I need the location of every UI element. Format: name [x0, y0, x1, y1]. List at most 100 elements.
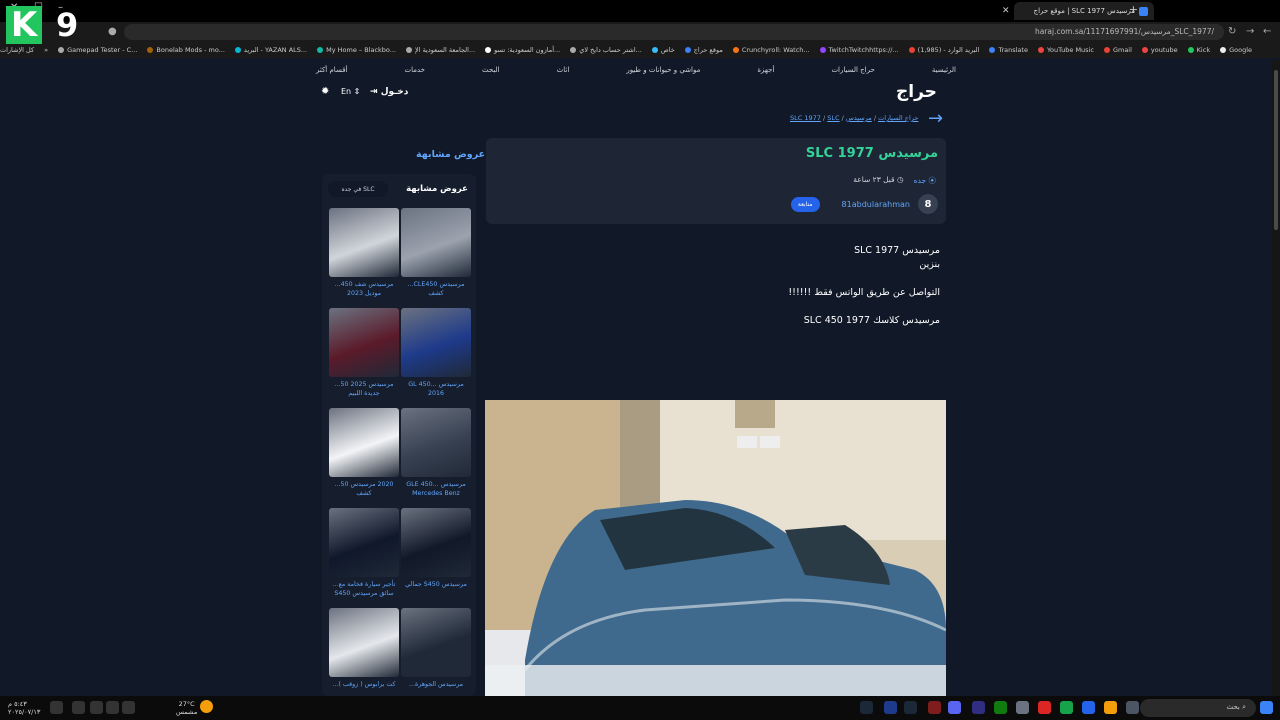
- post-line: التواصل عن طريق الواتس فقط !!!!!!: [788, 287, 940, 298]
- app-icon[interactable]: [884, 701, 897, 714]
- follow-button[interactable]: متابعة: [790, 196, 820, 212]
- bookmark-item[interactable]: أمازون السعودية: تسو...: [485, 46, 560, 54]
- nav-search[interactable]: البحث: [482, 66, 500, 74]
- nav-animals[interactable]: مواشي و حيوانات و طيور: [626, 66, 700, 74]
- similar-item[interactable]: مرسيدس CLE450... كشف: [401, 208, 471, 308]
- similar-item[interactable]: كت برابوس ( زوقب )...: [329, 608, 399, 696]
- windows-start-icon[interactable]: [1260, 701, 1273, 714]
- bookmark-item[interactable]: موقع حراج: [684, 46, 723, 54]
- clock-time: ٥:٤٣ م: [8, 700, 27, 708]
- bookmark-item[interactable]: Gmail: [1103, 46, 1132, 54]
- bookmark-item[interactable]: Kick: [1187, 46, 1210, 54]
- location-filter-button[interactable]: SLC في جده: [328, 181, 388, 197]
- bookmark-item[interactable]: Google: [1220, 46, 1252, 54]
- nav-more[interactable]: أقسام أكثر: [316, 66, 347, 74]
- search-icon: ⌕: [1242, 703, 1246, 711]
- similar-item[interactable]: تأجير سيارة فخامة مع... سائق مرسيدس S450: [329, 508, 399, 608]
- chrome-icon[interactable]: [1060, 701, 1073, 714]
- similar-thumbnail: [401, 508, 471, 577]
- breadcrumb-mercedes[interactable]: مرسيدس: [846, 114, 872, 122]
- url-field[interactable]: haraj.com.sa/11171697991/مرسيدس_SLC_1977…: [124, 24, 1224, 40]
- bookmark-item[interactable]: خاص: [651, 46, 675, 54]
- taskbar-search[interactable]: ⌕ بحث: [1140, 699, 1256, 717]
- author-name[interactable]: 81abdularahman: [842, 200, 910, 209]
- steam-icon[interactable]: [860, 701, 873, 714]
- haraj-logo[interactable]: حراج: [896, 82, 937, 102]
- breadcrumb-separator: /: [822, 114, 826, 122]
- similar-item[interactable]: مرسيدس GLE 450... Mercedes Benz: [401, 408, 471, 508]
- bookmark-item[interactable]: Translate: [989, 46, 1028, 54]
- opera-icon[interactable]: [1038, 701, 1051, 714]
- nav-services[interactable]: خدمات: [405, 66, 425, 74]
- breadcrumb-slc[interactable]: SLC: [827, 114, 839, 122]
- car-photo[interactable]: [485, 400, 946, 696]
- discord-icon[interactable]: [948, 701, 961, 714]
- xbox-icon[interactable]: [994, 701, 1007, 714]
- reload-icon[interactable]: ↻: [1228, 26, 1236, 37]
- nav-home[interactable]: الرئيسية: [932, 66, 956, 74]
- weather-temp: 27°C: [178, 700, 195, 708]
- bookmark-item[interactable]: My Home – Blackbo...: [317, 46, 396, 54]
- volume-icon[interactable]: [90, 701, 103, 714]
- breadcrumb-slc-1977[interactable]: SLC 1977: [790, 114, 821, 122]
- similar-item[interactable]: مرسيدس شف 450... موديل 2023: [329, 208, 399, 308]
- car-photo-drawing: [485, 400, 946, 696]
- nav-cars[interactable]: حراج السيارات: [831, 66, 874, 74]
- network-icon[interactable]: [106, 701, 119, 714]
- close-tab-icon[interactable]: ✕: [1002, 6, 1010, 16]
- similar-item[interactable]: مرسيدس GL 450... 2016: [401, 308, 471, 408]
- extensions-icon[interactable]: ●: [108, 26, 117, 37]
- google-icon: [1220, 47, 1227, 53]
- notification-icon[interactable]: [50, 701, 63, 714]
- app-icon[interactable]: [972, 701, 985, 714]
- similar-item[interactable]: مرسيدس الجوهرة...: [401, 608, 471, 696]
- nav-furniture[interactable]: اثاث: [557, 66, 570, 74]
- new-tab-icon[interactable]: +: [1129, 3, 1138, 16]
- post-title: مرسيدس SLC 1977: [805, 146, 938, 161]
- similar-thumbnail: [401, 608, 471, 677]
- page-scrollbar[interactable]: [1272, 60, 1280, 696]
- task-view-icon[interactable]: [1126, 701, 1139, 714]
- bookmark-item[interactable]: اشتر حساب دايخ لاي...: [570, 46, 642, 54]
- steam-app-icon[interactable]: [904, 701, 917, 714]
- bookmark-item[interactable]: البريد - YAZAN ALS...: [234, 46, 307, 54]
- app-icon[interactable]: [1016, 701, 1029, 714]
- nav-devices[interactable]: أجهزة: [757, 66, 774, 74]
- login-button[interactable]: ⇥ دخـول: [370, 87, 408, 97]
- bookmark-item[interactable]: TwitchTwitchhttps://...: [819, 46, 899, 54]
- forward-icon[interactable]: →: [1246, 26, 1254, 37]
- theme-toggle-icon[interactable]: ✹: [321, 86, 329, 97]
- bookmark-item[interactable]: youtube: [1141, 46, 1178, 54]
- scrollbar-thumb[interactable]: [1274, 70, 1278, 230]
- taskbar-clock[interactable]: ٥:٤٣ م ٢٠٢٥/٠٧/١٣: [8, 700, 40, 716]
- post-city[interactable]: ⦿ جده: [914, 175, 936, 186]
- bookmarks-bar: Google Kick youtube Gmail YouTube Music …: [0, 42, 1280, 58]
- bookmark-item[interactable]: Crunchyroll: Watch...: [732, 46, 810, 54]
- similar-item[interactable]: مرسيدس S450 جمالي: [401, 508, 471, 608]
- clock-icon: ◷: [897, 175, 904, 184]
- similar-offers-heading: عروض مشابهة: [416, 149, 486, 160]
- language-indicator-icon[interactable]: [72, 701, 85, 714]
- time-label: قبل ٢٣ ساعة: [853, 175, 895, 184]
- avatar[interactable]: 8: [918, 194, 938, 214]
- more-bookmarks-icon[interactable]: »: [44, 46, 48, 54]
- similar-item[interactable]: مرسيدس 2025 50... جديدة اللبيم: [329, 308, 399, 408]
- back-icon[interactable]: ←: [1263, 26, 1271, 37]
- tray-chevron-icon[interactable]: [122, 701, 135, 714]
- bookmark-item[interactable]: البريد الوارد - (1,985): [908, 46, 979, 54]
- bookmark-item[interactable]: الجامعة السعودية الإ...: [405, 46, 475, 54]
- file-explorer-icon[interactable]: [1104, 701, 1117, 714]
- app-icon[interactable]: [928, 701, 941, 714]
- bookmark-item[interactable]: YouTube Music: [1037, 46, 1094, 54]
- bookmark-item[interactable]: Bonelab Mods - mo...: [147, 46, 225, 54]
- all-bookmarks[interactable]: كل الإشارات المرجعية: [0, 46, 34, 54]
- back-arrow-icon[interactable]: →: [928, 108, 943, 129]
- similar-item[interactable]: 2020 مرسيدس 50... كشف: [329, 408, 399, 508]
- bookmark-item[interactable]: Gamepad Tester - C...: [58, 46, 137, 54]
- similar-caption: مرسيدس 2025 50... جديدة اللبيم: [334, 381, 394, 397]
- language-switch[interactable]: En ⇕: [341, 87, 360, 96]
- store-icon[interactable]: [1082, 701, 1095, 714]
- weather-widget[interactable]: 27°C مشمس: [176, 700, 197, 716]
- breadcrumb-cars[interactable]: حراج السيارات: [878, 114, 918, 122]
- overlay-9: 9: [56, 6, 79, 44]
